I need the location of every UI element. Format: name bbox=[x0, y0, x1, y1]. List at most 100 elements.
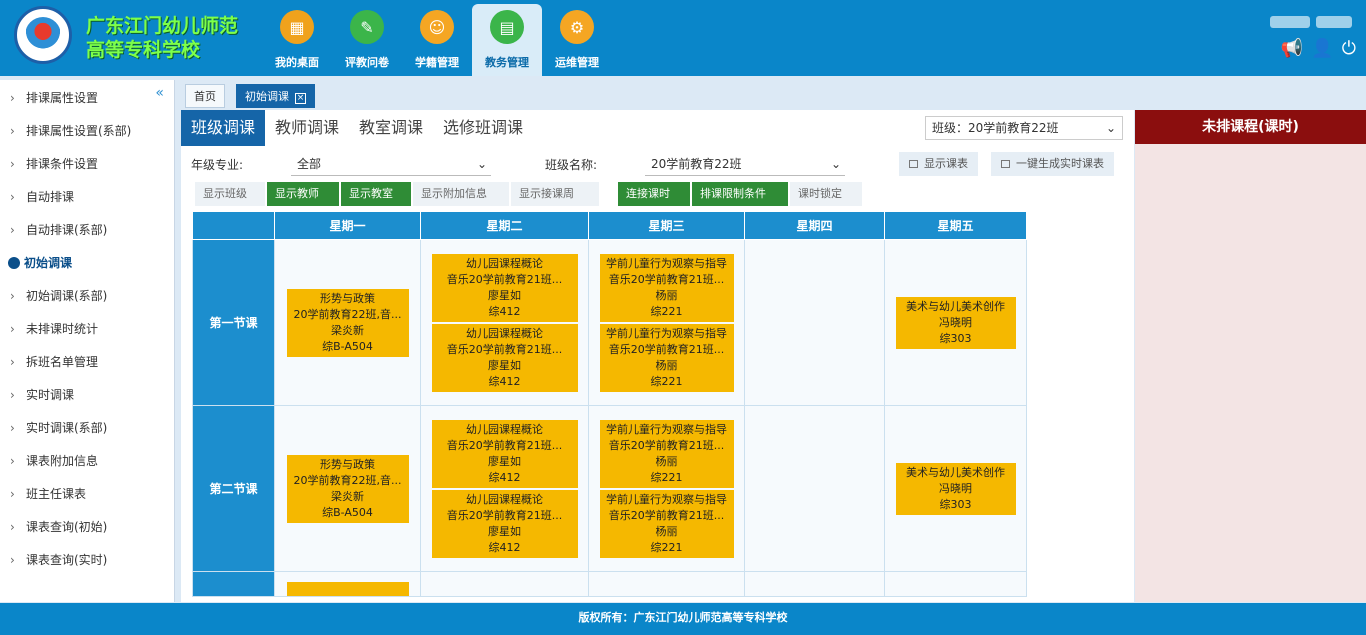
chevron-right-icon: › bbox=[10, 421, 15, 435]
schedule-cell[interactable] bbox=[420, 571, 589, 597]
course-card[interactable]: 学前儿童行为观察与指导 音乐20学前教育21班... 杨丽 综221 bbox=[599, 253, 734, 322]
course-card[interactable]: 形势与政策 20学前教育22班,音... 梁炎新 综B-A504 bbox=[286, 288, 409, 357]
sidebar-item-label: 排课条件设置 bbox=[26, 157, 99, 171]
sidebar-item[interactable]: › 排课属性设置 bbox=[0, 88, 174, 121]
schedule-cell[interactable] bbox=[884, 571, 1027, 597]
sidebar-item[interactable]: › 拆班名单管理 bbox=[0, 352, 174, 385]
sidebar-item[interactable]: › 课表附加信息 bbox=[0, 451, 174, 484]
day-header: 星期一 bbox=[274, 211, 421, 240]
period-label bbox=[192, 571, 275, 597]
schedule-cell[interactable] bbox=[588, 571, 745, 597]
nav-item-4[interactable]: ⚙ 运维管理 bbox=[542, 4, 612, 76]
course-line: 美术与幼儿美术创作 bbox=[906, 465, 1005, 479]
lock-hours-button[interactable]: 课时锁定 bbox=[790, 182, 862, 206]
main-nav: ▦ 我的桌面 ✎ 评教问卷 ☺ 学籍管理 ▤ 教务管理 ⚙ 运维管理 bbox=[262, 4, 612, 76]
course-card[interactable]: 美术与幼儿美术创作 冯晓明 综303 bbox=[895, 462, 1016, 515]
user-name-redacted bbox=[1264, 16, 1356, 28]
course-card[interactable]: 学前儿童行为观察与指导 音乐20学前教育21班... 杨丽 综221 bbox=[599, 419, 734, 488]
subtab[interactable]: 教室调课 bbox=[349, 110, 433, 146]
course-line: 廖星如 bbox=[488, 358, 521, 372]
course-card[interactable]: 学前儿童行为观察与指导 音乐20学前教育21班... 杨丽 综221 bbox=[599, 489, 734, 558]
show-schedule-button[interactable]: 显示课表 bbox=[899, 152, 978, 176]
course-line: 冯晓明 bbox=[939, 315, 972, 329]
sidebar-item[interactable]: › 排课条件设置 bbox=[0, 154, 174, 187]
sidebar-item[interactable]: › 实时调课 bbox=[0, 385, 174, 418]
sidebar-item[interactable]: › 未排课时统计 bbox=[0, 319, 174, 352]
tab-current-label: 初始调课 bbox=[245, 90, 289, 103]
nav-label: 教务管理 bbox=[485, 56, 529, 69]
constraints-button[interactable]: 排课限制条件 bbox=[692, 182, 788, 206]
power-icon[interactable]: ⏻ bbox=[1342, 38, 1356, 59]
generate-realtime-button[interactable]: 一键生成实时课表 bbox=[991, 152, 1114, 176]
show-class-button[interactable]: 显示班级 bbox=[195, 182, 265, 206]
chevron-right-icon: › bbox=[10, 223, 15, 237]
sidebar-item[interactable]: › 自动排课 bbox=[0, 187, 174, 220]
unscheduled-title: 未排课程(课时) bbox=[1135, 110, 1366, 144]
schedule-cell[interactable] bbox=[744, 405, 885, 572]
class-select[interactable]: 班级：20学前教育22班 ⌄ bbox=[925, 116, 1123, 140]
schedule-cell[interactable]: 学前儿童行为观察与指导 音乐20学前教育21班... 杨丽 综221 学前儿童行为观察与… bbox=[588, 405, 745, 572]
sidebar-item[interactable]: › 初始调课(系部) bbox=[0, 286, 174, 319]
show-weeks-button[interactable]: 显示接课周 bbox=[511, 182, 599, 206]
tab-home[interactable]: 首页 bbox=[185, 84, 225, 108]
course-line: 综221 bbox=[650, 374, 683, 388]
schedule-cell[interactable] bbox=[274, 571, 421, 597]
sidebar-item[interactable]: › 班主任课表 bbox=[0, 484, 174, 517]
course-card[interactable]: 幼儿园课程概论 音乐20学前教育21班... 廖星如 综412 bbox=[431, 419, 578, 488]
sidebar-item[interactable]: 初始调课 bbox=[0, 253, 174, 286]
day-header: 星期五 bbox=[884, 211, 1027, 240]
nav-item-0[interactable]: ▦ 我的桌面 bbox=[262, 4, 332, 76]
megaphone-icon[interactable]: 📢 bbox=[1281, 38, 1303, 59]
schedule-cell[interactable] bbox=[744, 239, 885, 406]
close-tab-icon[interactable]: × bbox=[295, 93, 306, 104]
table-icon bbox=[1001, 160, 1010, 168]
class-name-select[interactable]: 20学前教育22班 ⌄ bbox=[645, 152, 845, 176]
nav-item-2[interactable]: ☺ 学籍管理 bbox=[402, 4, 472, 76]
schedule-cell[interactable]: 形势与政策 20学前教育22班,音... 梁炎新 综B-A504 bbox=[274, 239, 421, 406]
period-label: 第一节课 bbox=[192, 239, 275, 406]
show-room-button[interactable]: 显示教室 bbox=[341, 182, 411, 206]
tab-initial-adjust[interactable]: 初始调课 × bbox=[236, 84, 315, 108]
sidebar-item[interactable]: › 自动排课(系部) bbox=[0, 220, 174, 253]
schedule-cell[interactable]: 形势与政策 20学前教育22班,音... 梁炎新 综B-A504 bbox=[274, 405, 421, 572]
course-card[interactable]: 形势与政策 20学前教育22班,音... 梁炎新 综B-A504 bbox=[286, 454, 409, 523]
link-hours-button[interactable]: 连接课时 bbox=[618, 182, 690, 206]
subtab[interactable]: 教师调课 bbox=[265, 110, 349, 146]
course-line: 综412 bbox=[488, 374, 521, 388]
course-card[interactable]: 幼儿园课程概论 音乐20学前教育21班... 廖星如 综412 bbox=[431, 489, 578, 558]
grade-select[interactable]: 全部 ⌄ bbox=[291, 152, 491, 176]
schedule-cell[interactable]: 美术与幼儿美术创作 冯晓明 综303 bbox=[884, 239, 1027, 406]
schedule-cell[interactable]: 美术与幼儿美术创作 冯晓明 综303 bbox=[884, 405, 1027, 572]
show-extra-info-button[interactable]: 显示附加信息 bbox=[413, 182, 509, 206]
show-teacher-button[interactable]: 显示教师 bbox=[267, 182, 339, 206]
student-records-icon: ☺ bbox=[420, 10, 454, 44]
sidebar-item-label: 自动排课 bbox=[26, 190, 75, 204]
course-card[interactable]: 学前儿童行为观察与指导 音乐20学前教育21班... 杨丽 综221 bbox=[599, 323, 734, 392]
course-line: 冯晓明 bbox=[939, 481, 972, 495]
subtab[interactable]: 班级调课 bbox=[181, 110, 266, 146]
schedule-cell[interactable]: 幼儿园课程概论 音乐20学前教育21班... 廖星如 综412 幼儿园课程概论 音乐20学… bbox=[420, 239, 589, 406]
nav-item-1[interactable]: ✎ 评教问卷 bbox=[332, 4, 402, 76]
class-name-select-value: 20学前教育22班 bbox=[651, 157, 742, 171]
schedule-cell[interactable] bbox=[744, 571, 885, 597]
course-card[interactable]: 美术与幼儿美术创作 冯晓明 综303 bbox=[895, 296, 1016, 349]
schedule-cell[interactable]: 学前儿童行为观察与指导 音乐20学前教育21班... 杨丽 综221 学前儿童行为观察与… bbox=[588, 239, 745, 406]
sidebar-item[interactable]: › 课表查询(初始) bbox=[0, 517, 174, 550]
course-card[interactable]: 幼儿园课程概论 音乐20学前教育21班... 廖星如 综412 bbox=[431, 253, 578, 322]
desktop-grid-icon: ▦ bbox=[280, 10, 314, 44]
schedule-cell[interactable]: 幼儿园课程概论 音乐20学前教育21班... 廖星如 综412 幼儿园课程概论 音乐20学… bbox=[420, 405, 589, 572]
sidebar-item[interactable]: › 实时调课(系部) bbox=[0, 418, 174, 451]
subtab[interactable]: 选修班调课 bbox=[433, 110, 533, 146]
course-card[interactable]: 幼儿园课程概论 音乐20学前教育21班... 廖星如 综412 bbox=[431, 323, 578, 392]
course-card[interactable] bbox=[286, 582, 409, 596]
chevron-right-icon: › bbox=[10, 454, 15, 468]
chevron-right-icon: › bbox=[10, 520, 15, 534]
sidebar-item[interactable]: › 排课属性设置(系部) bbox=[0, 121, 174, 154]
sidebar-item[interactable]: › 课表查询(实时) bbox=[0, 550, 174, 583]
user-icon[interactable]: 👤 bbox=[1311, 38, 1333, 59]
course-line: 学前儿童行为观察与指导 bbox=[606, 492, 727, 506]
table-icon bbox=[909, 160, 918, 168]
operations-gear-icon: ⚙ bbox=[560, 10, 594, 44]
course-line: 梁炎新 bbox=[331, 489, 364, 503]
nav-item-3[interactable]: ▤ 教务管理 bbox=[472, 4, 542, 76]
